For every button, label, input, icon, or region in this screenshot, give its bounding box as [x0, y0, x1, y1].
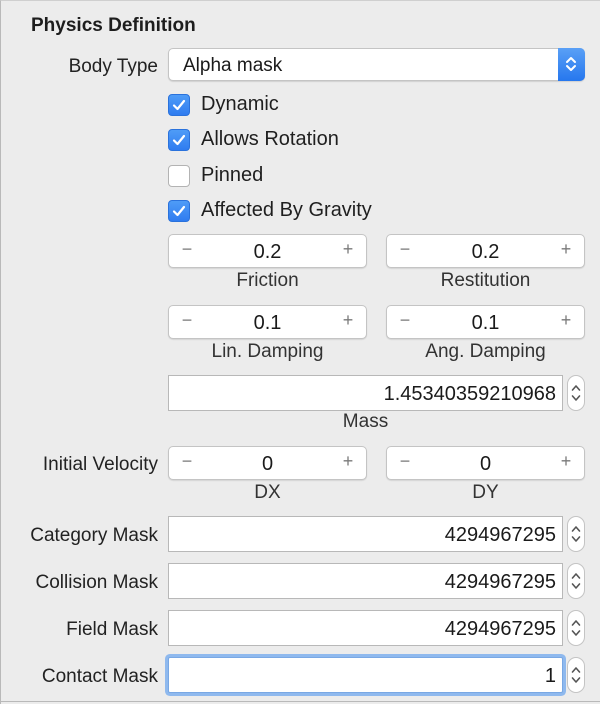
decrement-button[interactable]: − — [177, 310, 197, 331]
category-mask-value: 4294967295 — [444, 524, 556, 546]
contact-mask-value: 1 — [544, 665, 556, 687]
initial-velocity-label: Initial Velocity — [42, 454, 158, 475]
dx-value[interactable]: 0 — [199, 453, 336, 476]
chevron-up-down-icon — [558, 48, 585, 81]
friction-stepper[interactable]: − 0.2 + — [168, 234, 367, 268]
contact-mask-field[interactable]: 1 — [168, 657, 563, 693]
allows-rotation-label: Allows Rotation — [201, 128, 339, 150]
decrement-button[interactable]: − — [395, 239, 415, 260]
increment-button[interactable]: + — [556, 310, 576, 331]
decrement-button[interactable]: − — [395, 451, 415, 472]
field-mask-label: Field Mask — [66, 619, 158, 640]
mass-caption: Mass — [342, 411, 389, 432]
section-title: Physics Definition — [31, 15, 196, 36]
checkmark-icon — [172, 205, 186, 217]
increment-button[interactable]: + — [556, 239, 576, 260]
collision-mask-label: Collision Mask — [35, 572, 158, 593]
dx-caption: DX — [254, 482, 281, 503]
ang-damping-caption: Ang. Damping — [425, 341, 546, 362]
category-mask-label: Category Mask — [30, 525, 158, 546]
chevron-up-down-icon — [571, 526, 581, 542]
chevron-up-down-icon — [571, 573, 581, 589]
lin-damping-caption: Lin. Damping — [211, 341, 324, 362]
contact-mask-stepper[interactable] — [567, 657, 585, 693]
mass-value: 1.45340359210968 — [383, 383, 556, 405]
ang-damping-value[interactable]: 0.1 — [417, 312, 554, 335]
increment-button[interactable]: + — [338, 451, 358, 472]
checkbox-checked[interactable] — [168, 129, 190, 151]
chevron-up-down-icon — [571, 385, 581, 401]
category-mask-field[interactable]: 4294967295 — [168, 516, 563, 552]
checkmark-icon — [172, 99, 186, 111]
restitution-value[interactable]: 0.2 — [417, 241, 554, 264]
body-type-label: Body Type — [68, 56, 158, 77]
field-mask-value: 4294967295 — [444, 618, 556, 640]
pinned-label: Pinned — [201, 164, 264, 186]
lin-damping-stepper[interactable]: − 0.1 + — [168, 305, 367, 339]
restitution-stepper[interactable]: − 0.2 + — [386, 234, 585, 268]
physics-inspector-panel: Physics Definition Body Type Alpha mask … — [0, 0, 600, 704]
decrement-button[interactable]: − — [395, 310, 415, 331]
restitution-caption: Restitution — [440, 270, 531, 291]
decrement-button[interactable]: − — [177, 451, 197, 472]
increment-button[interactable]: + — [556, 451, 576, 472]
bottom-divider — [1, 701, 600, 702]
mass-stepper[interactable] — [567, 375, 585, 411]
decrement-button[interactable]: − — [177, 239, 197, 260]
contact-mask-label: Contact Mask — [41, 666, 158, 687]
chevron-up-down-icon — [571, 667, 581, 683]
ang-damping-stepper[interactable]: − 0.1 + — [386, 305, 585, 339]
dynamic-label: Dynamic — [201, 93, 279, 115]
affected-by-gravity-label: Affected By Gravity — [201, 199, 372, 221]
category-mask-stepper[interactable] — [567, 516, 585, 552]
checkbox-checked[interactable] — [168, 200, 190, 222]
dy-caption: DY — [472, 482, 499, 503]
friction-caption: Friction — [236, 270, 299, 291]
field-mask-stepper[interactable] — [567, 610, 585, 646]
increment-button[interactable]: + — [338, 239, 358, 260]
collision-mask-stepper[interactable] — [567, 563, 585, 599]
chevron-up-down-icon — [571, 620, 581, 636]
field-mask-field[interactable]: 4294967295 — [168, 610, 563, 646]
body-type-value: Alpha mask — [183, 55, 283, 76]
checkmark-icon — [172, 134, 186, 146]
dy-value[interactable]: 0 — [417, 453, 554, 476]
friction-value[interactable]: 0.2 — [199, 241, 336, 264]
dy-stepper[interactable]: − 0 + — [386, 446, 585, 480]
collision-mask-field[interactable]: 4294967295 — [168, 563, 563, 599]
increment-button[interactable]: + — [338, 310, 358, 331]
body-type-popup[interactable]: Alpha mask — [168, 48, 585, 81]
collision-mask-value: 4294967295 — [444, 571, 556, 593]
mass-field[interactable]: 1.45340359210968 — [168, 375, 563, 411]
lin-damping-value[interactable]: 0.1 — [199, 312, 336, 335]
dx-stepper[interactable]: − 0 + — [168, 446, 367, 480]
checkbox-checked[interactable] — [168, 94, 190, 116]
checkbox-unchecked[interactable] — [168, 165, 190, 187]
